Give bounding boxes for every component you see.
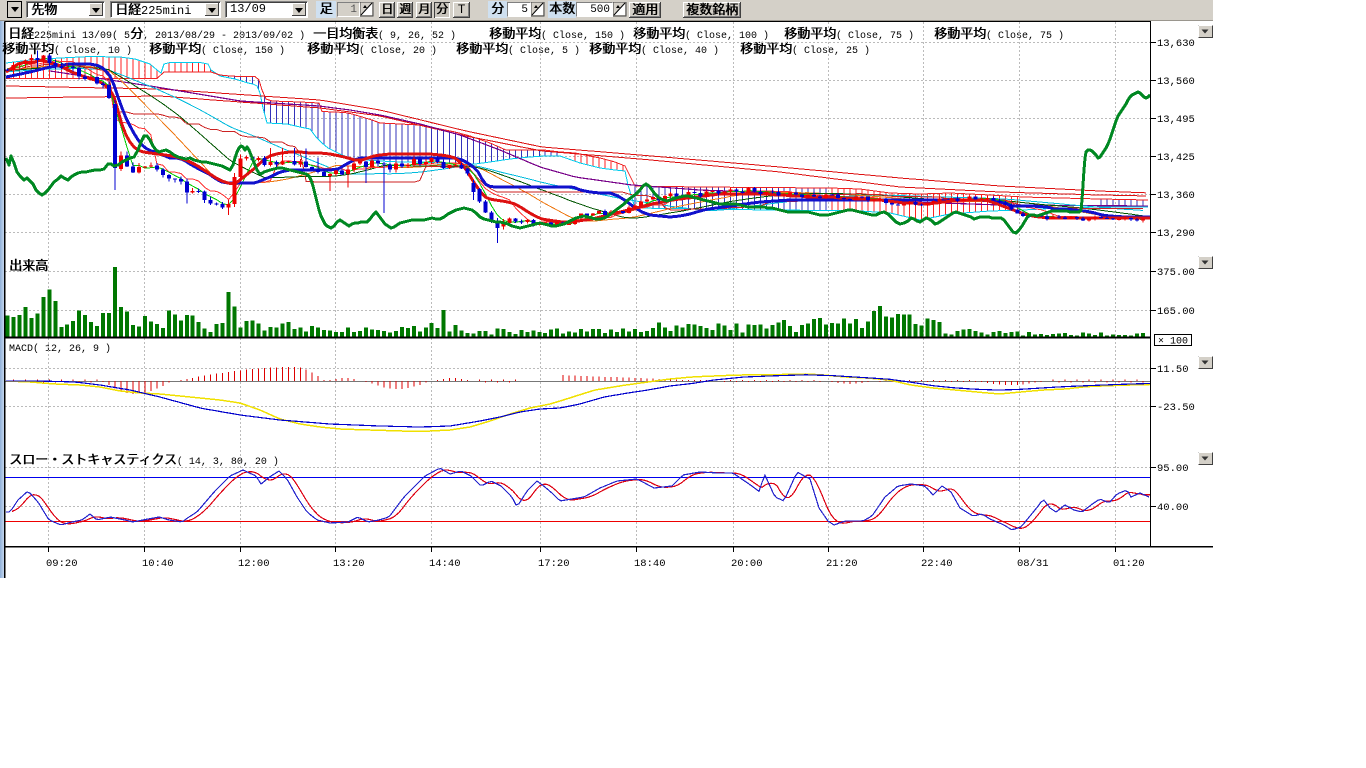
svg-text:40.00: 40.00 xyxy=(1157,502,1189,514)
svg-text:08/31: 08/31 xyxy=(1017,558,1049,570)
svg-text:13,360: 13,360 xyxy=(1157,190,1195,202)
svg-text:13,495: 13,495 xyxy=(1157,114,1195,126)
svg-text:13,290: 13,290 xyxy=(1157,228,1195,240)
svg-text:17:20: 17:20 xyxy=(538,558,570,570)
svg-text:20:00: 20:00 xyxy=(731,558,763,570)
svg-text:95.00: 95.00 xyxy=(1157,463,1189,475)
svg-text:11.50: 11.50 xyxy=(1157,364,1189,376)
svg-text:14:40: 14:40 xyxy=(429,558,461,570)
svg-text:13,630: 13,630 xyxy=(1157,38,1195,50)
svg-text:375.00: 375.00 xyxy=(1157,267,1195,279)
svg-text:10:40: 10:40 xyxy=(142,558,174,570)
svg-text:21:20: 21:20 xyxy=(826,558,858,570)
svg-text:× 100: × 100 xyxy=(1158,337,1188,348)
svg-text:12:00: 12:00 xyxy=(238,558,270,570)
svg-text:22:40: 22:40 xyxy=(921,558,953,570)
svg-text:165.00: 165.00 xyxy=(1157,306,1195,318)
svg-text:13:20: 13:20 xyxy=(333,558,365,570)
svg-text:13,425: 13,425 xyxy=(1157,152,1195,164)
svg-text:09:20: 09:20 xyxy=(46,558,78,570)
svg-text:13,560: 13,560 xyxy=(1157,76,1195,88)
svg-text:01:20: 01:20 xyxy=(1113,558,1145,570)
svg-text:18:40: 18:40 xyxy=(634,558,666,570)
svg-text:-23.50: -23.50 xyxy=(1157,402,1195,414)
